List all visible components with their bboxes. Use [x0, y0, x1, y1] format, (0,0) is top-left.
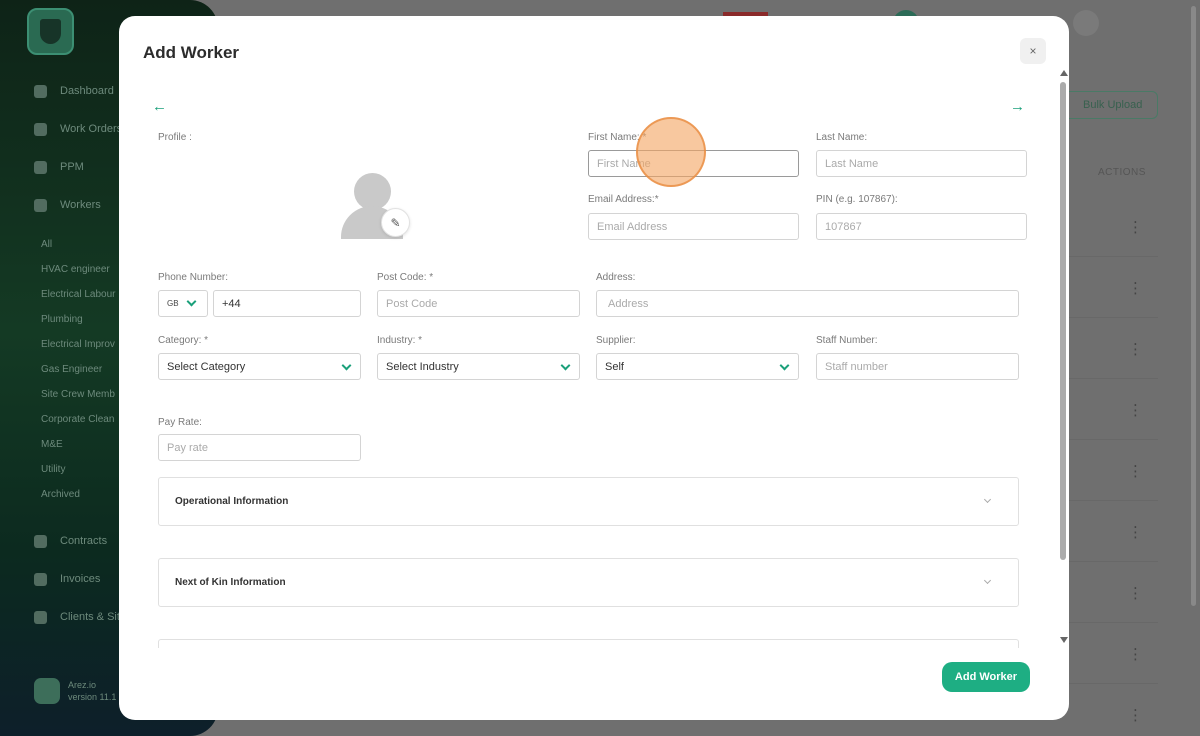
modal-scrollbar[interactable] [1060, 82, 1066, 560]
page-scrollbar[interactable] [1191, 6, 1196, 606]
invoice-icon [34, 572, 47, 586]
chevron-down-icon [186, 296, 197, 307]
staff-number-label: Staff Number: [816, 335, 878, 346]
pencil-icon: ✎ [390, 215, 401, 230]
email-input[interactable]: Email Address [588, 213, 799, 240]
more-options-icon[interactable]: ⋮ [1128, 706, 1143, 724]
staff-number-input[interactable]: Staff number [816, 353, 1019, 380]
user-icon [34, 198, 47, 212]
more-options-icon[interactable]: ⋮ [1128, 462, 1143, 480]
user-profile[interactable]: Arez.io version 11.1 [34, 678, 116, 704]
phone-input[interactable]: +44 [213, 290, 361, 317]
more-options-icon[interactable]: ⋮ [1128, 218, 1143, 236]
clipboard-icon [34, 160, 47, 174]
status-dot [1073, 10, 1099, 36]
chevron-down-icon [779, 360, 790, 371]
operational-information-section[interactable]: Operational Information [158, 477, 1019, 526]
sidebar-item-label: Contracts [60, 535, 108, 547]
country-code-value: GB [167, 299, 179, 308]
next-of-kin-section[interactable]: Next of Kin Information [158, 558, 1019, 607]
pin-label: PIN (e.g. 107867): [816, 194, 898, 205]
industry-value: Select Industry [386, 360, 459, 373]
scroll-down-icon[interactable] [1060, 637, 1068, 643]
document-icon [34, 534, 47, 548]
modal-title: Add Worker [143, 43, 240, 62]
edit-profile-photo-button[interactable]: ✎ [381, 208, 410, 237]
sidebar-item-label: Work Orders [60, 123, 123, 135]
pin-input[interactable]: 107867 [816, 213, 1027, 240]
industry-label: Industry: * [377, 335, 423, 346]
more-options-icon[interactable]: ⋮ [1128, 523, 1143, 541]
sidebar-item-label: Dashboard [60, 85, 114, 97]
actions-column-header: ACTIONS [1098, 167, 1146, 178]
industry-select[interactable]: Select Industry [377, 353, 580, 380]
section-title: Operational Information [175, 496, 289, 507]
sidebar-item-label: PPM [60, 161, 84, 173]
scroll-up-icon[interactable] [1060, 70, 1068, 76]
collapsed-section[interactable] [158, 639, 1019, 648]
chevron-down-icon [560, 360, 571, 371]
supplier-label: Supplier: [596, 335, 636, 346]
sidebar-item-label: Clients & Sit [60, 611, 120, 623]
last-name-label: Last Name: [816, 132, 868, 143]
more-options-icon[interactable]: ⋮ [1128, 340, 1143, 358]
dashboard-icon [34, 84, 47, 98]
pay-rate-label: Pay Rate: [158, 417, 202, 428]
email-label: Email Address:* [588, 194, 659, 205]
app-version: version 11.1 [68, 692, 117, 702]
avatar [34, 678, 60, 704]
chevron-down-icon [341, 360, 352, 371]
user-name: Arez.io [68, 680, 97, 690]
add-worker-modal: Add Worker × ← → Profile : ✎ First Name:… [119, 16, 1069, 720]
add-worker-button[interactable]: Add Worker [942, 662, 1030, 692]
close-icon[interactable]: × [1020, 38, 1046, 64]
post-code-input[interactable]: Post Code [377, 290, 580, 317]
more-options-icon[interactable]: ⋮ [1128, 279, 1143, 297]
post-code-label: Post Code: * [377, 272, 434, 283]
more-options-icon[interactable]: ⋮ [1128, 401, 1143, 419]
profile-label: Profile : [158, 132, 192, 143]
chevron-down-icon [983, 576, 992, 585]
country-code-select[interactable]: GB [158, 290, 208, 317]
section-title: Next of Kin Information [175, 577, 286, 588]
bulk-upload-button[interactable]: Bulk Upload [1058, 91, 1158, 119]
app-logo [27, 8, 74, 55]
chevron-down-icon [983, 495, 992, 504]
phone-label: Phone Number: [158, 272, 229, 283]
modal-form: Profile : ✎ First Name: * First Name Las… [119, 76, 1069, 648]
category-select[interactable]: Select Category [158, 353, 361, 380]
users-icon [34, 610, 47, 624]
pay-rate-input[interactable]: Pay rate [158, 434, 361, 461]
more-options-icon[interactable]: ⋮ [1128, 584, 1143, 602]
address-input[interactable]: Address [596, 290, 1019, 317]
sidebar-item-label: Invoices [60, 573, 101, 585]
click-indicator [636, 117, 706, 187]
supplier-select[interactable]: Self [596, 353, 799, 380]
more-options-icon[interactable]: ⋮ [1128, 645, 1143, 663]
address-label: Address: [596, 272, 636, 283]
category-value: Select Category [167, 360, 246, 373]
category-label: Category: * [158, 335, 209, 346]
sidebar-item-label: Workers [60, 199, 101, 211]
supplier-value: Self [605, 360, 624, 373]
briefcase-icon [34, 122, 47, 136]
last-name-input[interactable]: Last Name [816, 150, 1027, 177]
